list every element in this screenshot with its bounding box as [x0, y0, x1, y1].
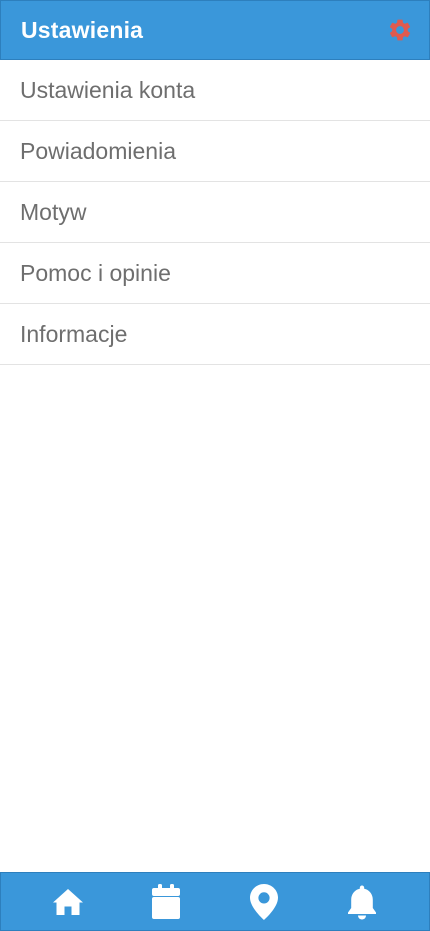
menu-item-account-settings[interactable]: Ustawienia konta — [0, 60, 430, 121]
bell-icon[interactable] — [338, 878, 386, 926]
menu-item-notifications[interactable]: Powiadomienia — [0, 121, 430, 182]
bottom-tab-bar — [0, 872, 430, 931]
menu-item-theme[interactable]: Motyw — [0, 182, 430, 243]
map-pin-icon[interactable] — [240, 878, 288, 926]
menu-item-help-feedback[interactable]: Pomoc i opinie — [0, 243, 430, 304]
home-icon[interactable] — [44, 878, 92, 926]
app-header: Ustawienia — [0, 0, 430, 60]
settings-screen: Ustawienia Ustawienia konta Powiadomieni… — [0, 0, 430, 931]
page-title: Ustawienia — [21, 16, 144, 43]
settings-menu: Ustawienia konta Powiadomienia Motyw Pom… — [0, 60, 430, 365]
calendar-icon[interactable] — [142, 878, 190, 926]
menu-item-about[interactable]: Informacje — [0, 304, 430, 365]
gear-icon[interactable] — [387, 17, 413, 43]
